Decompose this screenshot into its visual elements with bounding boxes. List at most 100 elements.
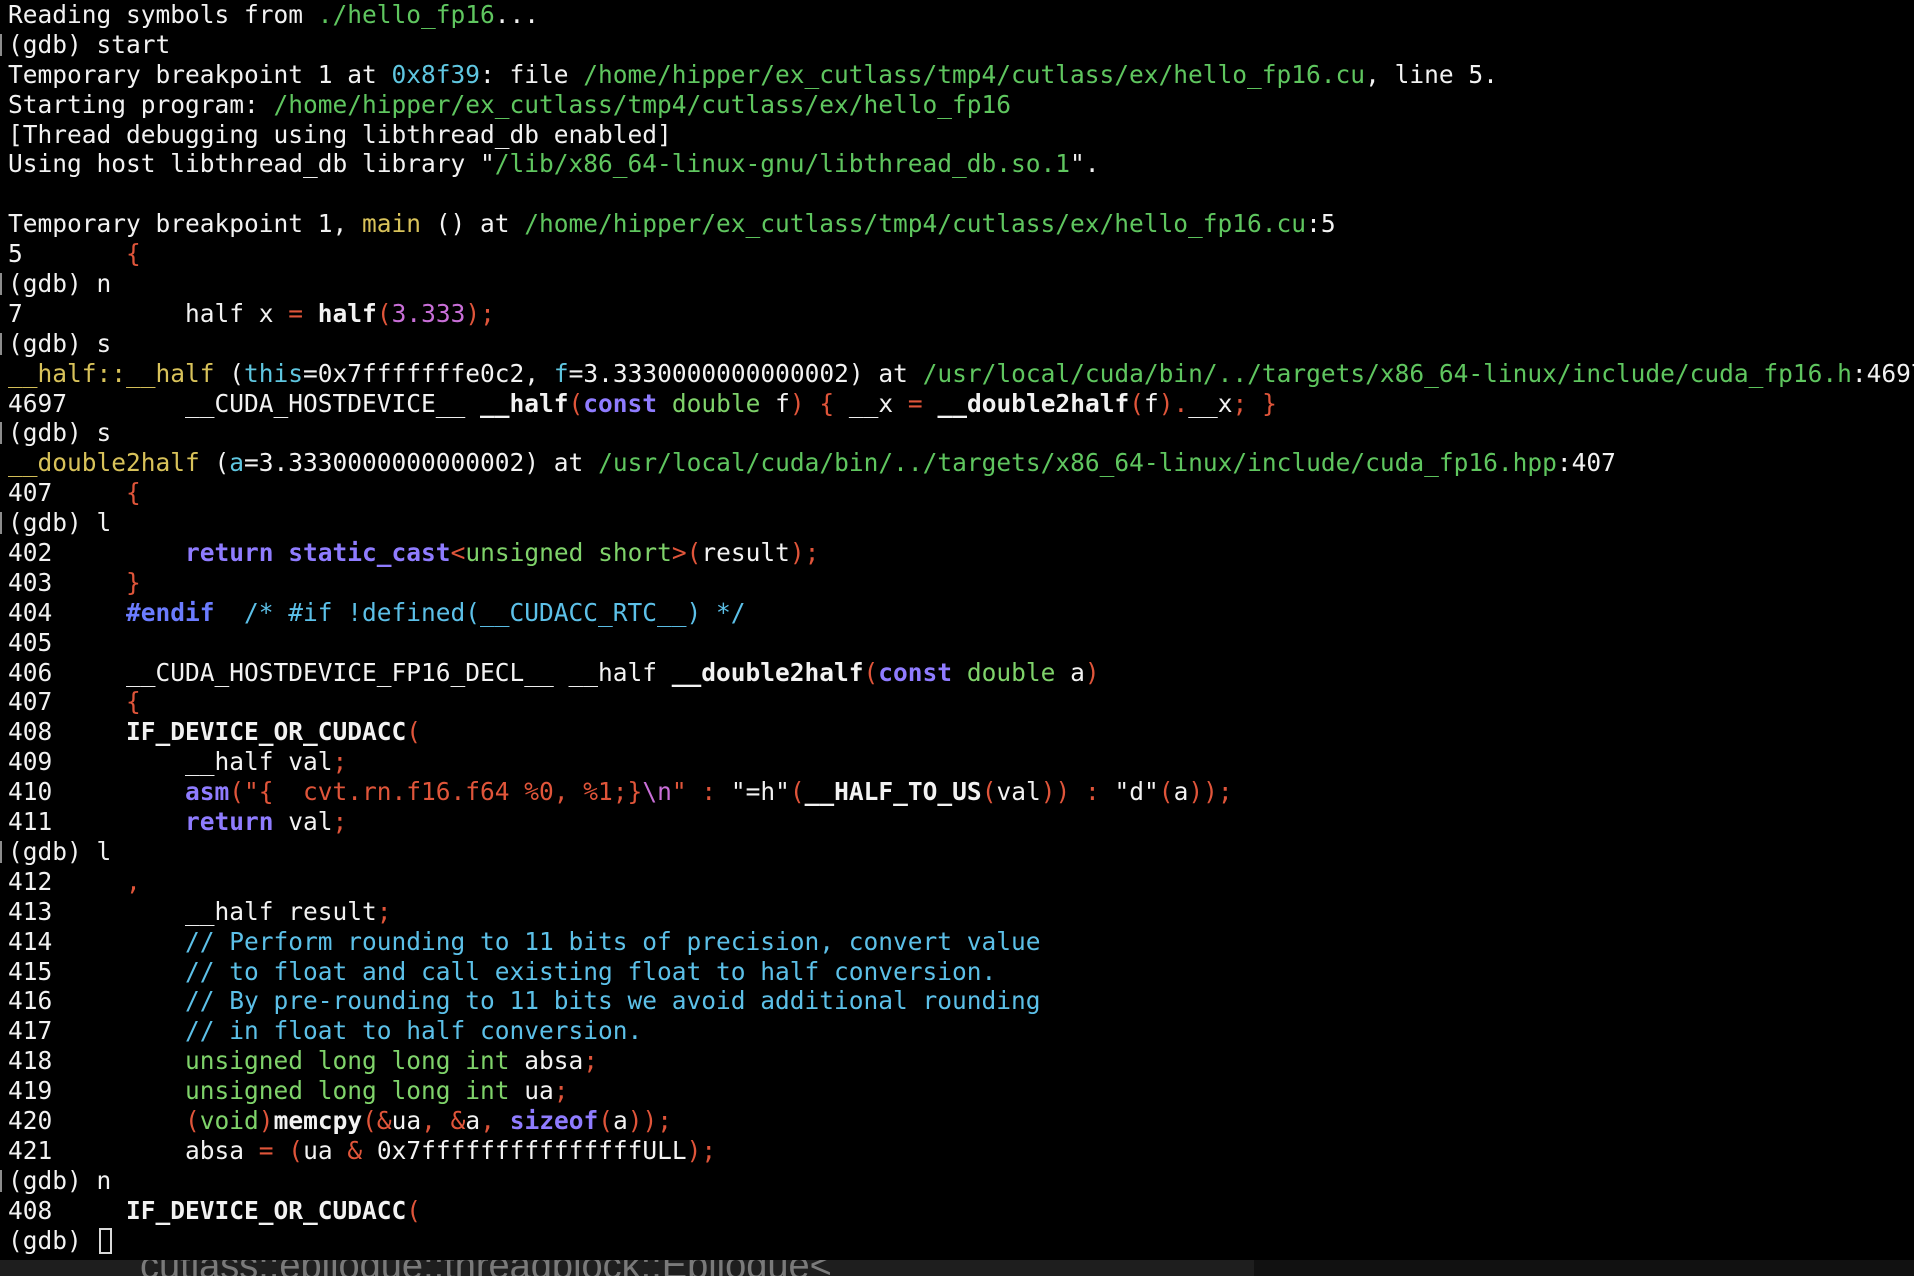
- text-segment: /usr/local/cuda/bin/../targets/x86_64-li…: [922, 358, 1852, 388]
- text-segment: \n: [642, 777, 672, 807]
- text-segment: (: [214, 358, 245, 388]
- text-segment: #endif: [126, 597, 215, 627]
- text-cursor[interactable]: [98, 1227, 112, 1254]
- text-segment: [1100, 777, 1115, 806]
- text-segment: "{ cvt.rn.f16.f64 %0, %1;}: [244, 777, 643, 807]
- text-segment: 411: [8, 807, 186, 837]
- text-segment: =: [907, 388, 923, 418]
- text-segment: ): [1084, 657, 1100, 687]
- terminal-line: 420 (void)memcpy(&ua, &a, sizeof(a));: [0, 1106, 1914, 1136]
- text-segment: :407: [1556, 448, 1616, 478]
- text-segment: a: [1173, 777, 1189, 807]
- gdb-prompt-line[interactable]: (gdb): [0, 1226, 1914, 1256]
- prompt-marker: [0, 33, 2, 56]
- text-segment: /lib/x86_64-linux-gnu/libthread_db.so.1: [494, 149, 1071, 179]
- text-segment: ,: [421, 1105, 436, 1135]
- terminal-line: 408 IF_DEVICE_OR_CUDACC(: [0, 1196, 1914, 1226]
- text-segment: =: [288, 298, 304, 328]
- text-segment: IF_DEVICE_OR_CUDACC: [126, 1195, 407, 1225]
- terminal-line: (gdb) l: [0, 837, 1914, 867]
- text-segment: return: [185, 538, 274, 568]
- terminal-line: (gdb) start: [0, 30, 1914, 60]
- text-segment: [303, 299, 318, 328]
- text-segment: ;: [376, 896, 392, 926]
- text-segment: ua: [509, 1076, 554, 1106]
- text-segment: )): [1040, 777, 1071, 807]
- text-segment: result: [701, 538, 790, 568]
- terminal-line: 409 __half val;: [0, 747, 1914, 777]
- terminal-line: Temporary breakpoint 1, main () at /home…: [0, 209, 1914, 239]
- terminal-line: 4697 __CUDA_HOSTDEVICE__ __half(const do…: [0, 389, 1914, 419]
- text-segment: (gdb) l: [8, 836, 112, 866]
- text-segment: :: [701, 777, 717, 807]
- text-segment: 402: [8, 538, 186, 568]
- text-segment: 415: [8, 956, 186, 986]
- text-segment: 7 half x: [8, 298, 289, 328]
- text-segment: 418: [8, 1046, 186, 1076]
- text-segment: "=h": [730, 777, 790, 807]
- terminal-line: 412 ,: [0, 867, 1914, 897]
- text-segment: 416: [8, 986, 186, 1016]
- text-segment: [952, 658, 967, 687]
- text-segment: : file: [480, 59, 584, 89]
- terminal-line: (gdb) s: [0, 329, 1914, 359]
- text-segment: 412: [8, 866, 127, 896]
- terminal-line: 411 return val;: [0, 807, 1914, 837]
- text-segment: 4697 __CUDA_HOSTDEVICE__: [8, 388, 481, 418]
- text-segment: () at: [421, 209, 525, 239]
- terminal-line: (gdb) s: [0, 418, 1914, 448]
- text-segment: &: [347, 1135, 363, 1165]
- text-segment: (: [598, 1105, 613, 1135]
- text-segment: ,: [480, 1105, 495, 1135]
- text-segment: =3.3330000000000002) at: [568, 358, 923, 388]
- text-segment: }: [126, 567, 141, 597]
- terminal-line: 417 // in float to half conversion.: [0, 1016, 1914, 1046]
- text-segment: ": [671, 777, 687, 807]
- terminal-line: 414 // Perform rounding to 11 bits of pr…: [0, 927, 1914, 957]
- text-segment: 408: [8, 1195, 127, 1225]
- background-window-panel: [1254, 1260, 1914, 1276]
- text-segment: ;: [332, 747, 348, 777]
- prompt-marker: [0, 422, 2, 445]
- text-segment: /home/hipper/ex_cutlass/tmp4/cutlass/ex/…: [524, 209, 1307, 239]
- text-segment: 406 __CUDA_HOSTDEVICE_FP16_DECL__ __half: [8, 657, 672, 687]
- text-segment: (: [686, 538, 702, 568]
- text-segment: main: [362, 209, 422, 239]
- text-segment: (gdb) s: [8, 328, 112, 358]
- terminal-window[interactable]: Reading symbols from ./hello_fp16... (gdb…: [0, 0, 1914, 1276]
- terminal-line: 7 half x = half(3.333);: [0, 299, 1914, 329]
- text-segment: :4697: [1851, 358, 1914, 388]
- text-segment: /usr/local/cuda/bin/../targets/x86_64-li…: [598, 448, 1557, 478]
- text-segment: =: [258, 1135, 274, 1165]
- text-segment: /home/hipper/ex_cutlass/tmp4/cutlass/ex/…: [273, 89, 1012, 119]
- text-segment: "d": [1114, 777, 1159, 807]
- text-segment: [436, 1106, 451, 1135]
- text-segment: (gdb): [8, 1225, 97, 1255]
- text-segment: __x: [1188, 388, 1233, 418]
- text-segment: 409 __half val: [8, 747, 333, 777]
- terminal-line: Reading symbols from ./hello_fp16...: [0, 0, 1914, 30]
- text-segment: (: [981, 777, 997, 807]
- text-segment: 408: [8, 717, 127, 747]
- text-segment: ;: [1232, 388, 1248, 418]
- text-segment: [274, 538, 289, 567]
- text-segment: );: [789, 538, 820, 568]
- text-segment: ).: [1158, 388, 1189, 418]
- text-segment: (gdb) n: [8, 1165, 112, 1195]
- text-segment: __double2half: [8, 448, 200, 478]
- text-segment: :5: [1306, 209, 1336, 239]
- text-segment: :: [1085, 777, 1100, 807]
- terminal-line: 418 unsigned long long int absa;: [0, 1046, 1914, 1076]
- terminal-line: Starting program: /home/hipper/ex_cutlas…: [0, 90, 1914, 120]
- text-segment: ua: [391, 1105, 422, 1135]
- text-segment: (: [288, 1135, 304, 1165]
- text-segment: ".: [1070, 149, 1100, 179]
- text-segment: f: [1143, 388, 1159, 418]
- text-segment: memcpy: [273, 1105, 363, 1135]
- terminal-line: (gdb) n: [0, 1166, 1914, 1196]
- text-segment: {: [126, 687, 141, 717]
- text-segment: unsigned short: [465, 538, 672, 568]
- text-segment: 0x7fffffffffffffffULL: [362, 1135, 687, 1165]
- text-segment: half: [317, 298, 377, 328]
